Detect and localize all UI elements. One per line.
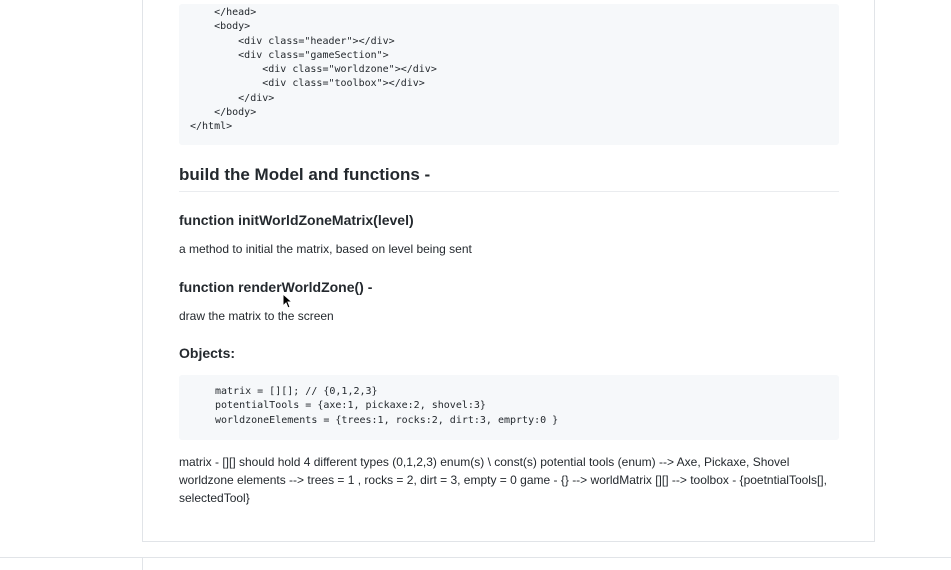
objects-code-block: matrix = [][]; // {0,1,2,3} potentialTool… (179, 375, 839, 440)
heading-render-world-zone: function renderWorldZone() - (179, 279, 373, 295)
code-line: </html> (190, 121, 233, 133)
paragraph-init-description: a method to initial the matrix, based on… (179, 242, 472, 256)
code-line: <div class="worldzone"></div> (190, 64, 437, 76)
code-line: <div class="header"></div> (190, 35, 395, 47)
code-line: </div> (190, 92, 275, 104)
code-line: <div class="toolbox"></div> (190, 78, 425, 90)
html-code-block: </head> <body> <div class="header"></div… (179, 4, 839, 145)
code-line: </body> (190, 107, 257, 119)
heading-objects: Objects: (179, 345, 236, 361)
heading-init-world-zone-matrix: function initWorldZoneMatrix(level) (179, 212, 414, 228)
page: </head> <body> <div class="header"></div… (0, 0, 951, 570)
code-line: <div class="gameSection"> (190, 49, 389, 61)
code-line: </head> (190, 7, 257, 18)
code-line: worldzoneElements = {trees:1, rocks:2, d… (215, 414, 559, 426)
paragraph-matrix-description: matrix - [][] should hold 4 different ty… (179, 455, 831, 505)
mouse-pointer-icon (282, 293, 292, 309)
code-line: <body> (190, 21, 251, 33)
bottom-border-tick (142, 558, 143, 570)
code-line: matrix = [][]; // {0,1,2,3} (215, 386, 378, 397)
heading-build-model: build the Model and functions - (179, 164, 839, 192)
paragraph-render-description: draw the matrix to the screen (179, 309, 334, 323)
code-line: potentialTools = {axe:1, pickaxe:2, shov… (215, 400, 486, 412)
